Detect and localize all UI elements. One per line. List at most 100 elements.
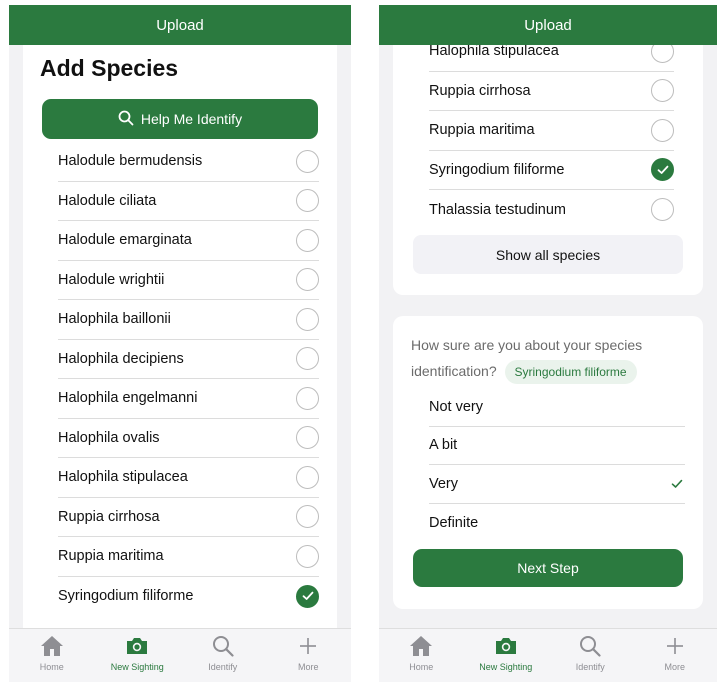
tab-new-sighting[interactable]: New Sighting <box>95 629 181 682</box>
header-title: Upload <box>156 16 204 34</box>
radio-unchecked-icon[interactable] <box>296 544 319 568</box>
radio-unchecked-icon[interactable] <box>296 268 319 292</box>
radio-unchecked-icon[interactable] <box>296 347 319 371</box>
radio-unchecked-icon[interactable] <box>296 189 319 213</box>
confidence-option[interactable]: Definite <box>429 504 685 543</box>
species-item[interactable]: Halophila decipiens <box>58 340 319 379</box>
screen-add-species: Upload Add Species Help Me Identify Halo… <box>9 5 351 682</box>
species-item[interactable]: Thalassia testudinum <box>429 190 674 230</box>
species-name: Ruppia cirrhosa <box>429 82 531 99</box>
header: Upload <box>379 5 717 45</box>
species-item[interactable]: Halodule bermudensis <box>58 142 319 182</box>
species-item[interactable]: Ruppia cirrhosa <box>58 498 319 537</box>
radio-unchecked-icon[interactable] <box>296 505 319 529</box>
species-item[interactable]: Halophila engelmanni <box>58 379 319 419</box>
radio-unchecked-icon[interactable] <box>296 228 319 252</box>
tab-home[interactable]: Home <box>379 629 464 682</box>
camera-icon <box>493 633 519 659</box>
radio-unchecked-icon[interactable] <box>651 198 674 222</box>
species-name: Halodule bermudensis <box>58 153 203 170</box>
search-icon <box>118 110 134 129</box>
species-name: Halodule emarginata <box>58 232 192 249</box>
tab-identify[interactable]: Identify <box>180 629 266 682</box>
confidence-option[interactable]: A bit <box>429 427 685 465</box>
tab-more[interactable]: More <box>266 629 352 682</box>
tab-label: New Sighting <box>479 662 533 672</box>
option-label: Not very <box>429 398 483 415</box>
plus-icon <box>662 633 688 659</box>
species-name: Thalassia testudinum <box>429 201 567 218</box>
page-title: Add Species <box>40 55 179 81</box>
species-item[interactable]: Halophila ovalis <box>58 419 319 458</box>
species-card: Halophila stipulacea Ruppia cirrhosa Ruppi… <box>393 5 703 295</box>
radio-unchecked-icon[interactable] <box>296 386 319 410</box>
radio-unchecked-icon[interactable] <box>651 79 674 103</box>
home-icon <box>408 633 434 659</box>
screen-confidence: Upload Halophila stipulacea Ruppia cirrho… <box>379 5 717 682</box>
header: Upload <box>9 5 351 45</box>
option-label: Very <box>429 475 459 492</box>
radio-unchecked-icon[interactable] <box>296 307 319 331</box>
help-me-identify-label: Help Me Identify <box>140 111 243 127</box>
search-icon <box>577 633 603 659</box>
help-me-identify-button[interactable]: Help Me Identify <box>42 99 318 139</box>
radio-unchecked-icon[interactable] <box>651 118 674 142</box>
radio-unchecked-icon[interactable] <box>296 465 319 489</box>
tab-bar: Home New Sighting Identify More <box>9 628 351 682</box>
tab-label: New Sighting <box>110 662 164 672</box>
tab-label: More <box>664 662 685 672</box>
tab-label: More <box>297 662 319 672</box>
option-label: A bit <box>429 437 458 454</box>
option-label: Definite <box>429 514 479 531</box>
checkmark-icon <box>671 476 683 492</box>
radio-unchecked-icon[interactable] <box>296 426 319 450</box>
species-list: Halodule bermudensis Halodule ciliata Halo… <box>58 142 319 616</box>
tab-label: Home <box>409 662 434 672</box>
tab-home[interactable]: Home <box>9 629 95 682</box>
tab-bar: Home New Sighting Identify More <box>379 628 717 682</box>
radio-checked-icon[interactable] <box>651 158 674 182</box>
species-item[interactable]: Halodule emarginata <box>58 221 319 261</box>
tab-more[interactable]: More <box>633 629 718 682</box>
plus-icon <box>295 633 321 659</box>
tab-identify[interactable]: Identify <box>548 629 633 682</box>
camera-icon <box>124 633 150 659</box>
species-item[interactable]: Syringodium filiforme <box>58 577 319 617</box>
species-name: Halophila baillonii <box>58 311 171 328</box>
species-name: Halodule ciliata <box>58 192 157 209</box>
species-item[interactable]: Halodule ciliata <box>58 182 319 221</box>
species-list: Halophila stipulacea Ruppia cirrhosa Ruppi… <box>429 32 674 230</box>
tab-label: Home <box>39 662 64 672</box>
header-title: Upload <box>524 16 572 34</box>
species-name: Halophila decipiens <box>58 350 184 367</box>
species-name: Ruppia maritima <box>58 548 164 565</box>
show-all-species-button[interactable]: Show all species <box>413 235 683 274</box>
species-name: Ruppia cirrhosa <box>58 508 160 525</box>
confidence-question: How sure are you about your species iden… <box>411 332 685 384</box>
search-icon <box>210 633 236 659</box>
species-card: Add Species Help Me Identify Halodule be… <box>23 45 337 635</box>
species-name: Halophila stipulacea <box>58 469 188 486</box>
tab-label: Identify <box>575 662 605 672</box>
species-item[interactable]: Halodule wrightii <box>58 261 319 300</box>
species-item[interactable]: Ruppia cirrhosa <box>429 72 674 111</box>
confidence-options: Not very A bit Very Definite <box>429 388 685 542</box>
species-name: Syringodium filiforme <box>429 161 565 178</box>
tab-new-sighting[interactable]: New Sighting <box>464 629 549 682</box>
species-chip: Syringodium filiforme <box>504 360 637 384</box>
species-name: Halophila ovalis <box>58 429 160 446</box>
species-name: Halodule wrightii <box>58 271 165 288</box>
species-item[interactable]: Ruppia maritima <box>58 537 319 577</box>
species-item[interactable]: Syringodium filiforme <box>429 151 674 190</box>
species-item[interactable]: Halophila stipulacea <box>58 458 319 498</box>
species-item[interactable]: Ruppia maritima <box>429 111 674 151</box>
species-item[interactable]: Halophila baillonii <box>58 300 319 340</box>
confidence-option[interactable]: Not very <box>429 388 685 427</box>
confidence-option[interactable]: Very <box>429 465 685 504</box>
home-icon <box>39 633 65 659</box>
radio-checked-icon[interactable] <box>296 584 319 608</box>
confidence-card: How sure are you about your species iden… <box>393 316 703 609</box>
species-name: Syringodium filiforme <box>58 588 194 605</box>
radio-unchecked-icon[interactable] <box>296 149 319 173</box>
next-step-button[interactable]: Next Step <box>413 549 683 587</box>
